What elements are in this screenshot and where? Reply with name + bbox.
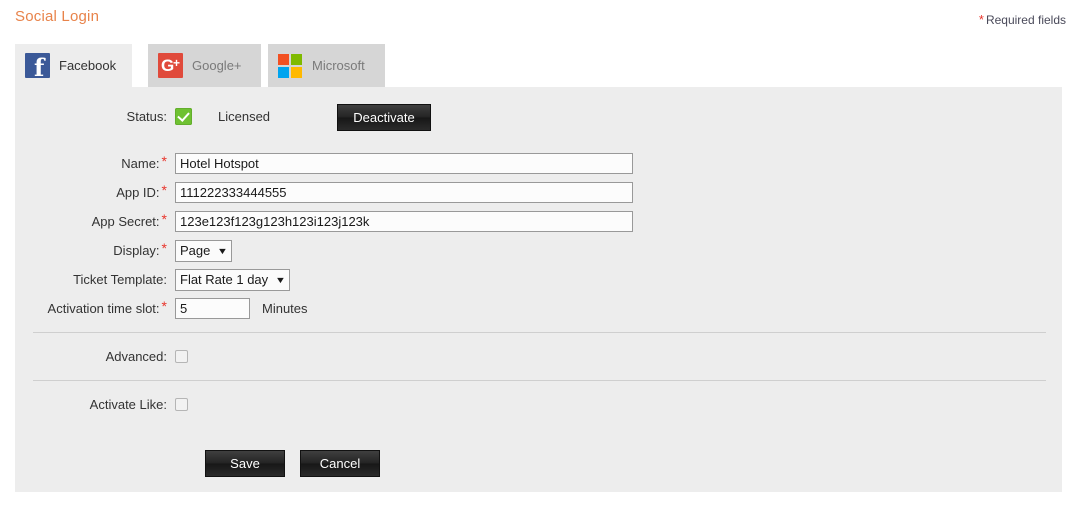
activation-time-slot-row: Activation time slot:* Minutes bbox=[15, 294, 308, 323]
app-secret-row: App Secret: * bbox=[15, 207, 633, 236]
activation-time-slot-unit: Minutes bbox=[262, 301, 308, 316]
cancel-button[interactable]: Cancel bbox=[300, 450, 380, 477]
activation-time-slot-input[interactable] bbox=[175, 298, 250, 319]
activate-like-label: Activate Like: bbox=[89, 397, 167, 412]
microsoft-icon-square-red bbox=[278, 53, 289, 65]
advanced-row: Advanced: bbox=[15, 342, 188, 371]
activate-like-checkbox[interactable] bbox=[175, 398, 188, 411]
ticket-template-row: Ticket Template: Flat Rate 1 day ▼ bbox=[15, 265, 291, 294]
app-secret-label-text: App Secret: bbox=[91, 214, 160, 229]
app-secret-label: App Secret: * bbox=[15, 211, 175, 229]
status-row: Status: Licensed Deactivate bbox=[15, 102, 431, 131]
microsoft-icon-square-blue bbox=[278, 66, 289, 78]
app-id-input[interactable] bbox=[175, 182, 633, 203]
ticket-template-select[interactable]: Flat Rate 1 day ▼ bbox=[175, 268, 291, 291]
social-provider-tabs: f Facebook G + Google+ Microsoft bbox=[15, 44, 1062, 87]
form-actions: Save Cancel bbox=[205, 450, 380, 477]
tab-facebook[interactable]: f Facebook bbox=[15, 44, 132, 87]
name-required-asterisk: * bbox=[161, 153, 167, 169]
chevron-down-icon: ▼ bbox=[217, 245, 229, 256]
microsoft-icon-square-yellow bbox=[291, 66, 302, 78]
microsoft-icon bbox=[278, 53, 303, 78]
tab-google-plus[interactable]: G + Google+ bbox=[148, 44, 261, 87]
divider-below-advanced bbox=[33, 380, 1046, 381]
app-secret-required-asterisk: * bbox=[161, 211, 167, 227]
activation-time-slot-label-text: Activation time slot: bbox=[47, 301, 160, 316]
advanced-checkbox[interactable] bbox=[175, 350, 188, 363]
app-id-label: App ID: * bbox=[15, 182, 175, 200]
name-row: Name: * bbox=[15, 149, 633, 178]
display-select-value: Page bbox=[180, 243, 211, 258]
display-label-text: Display: bbox=[113, 243, 160, 258]
facebook-icon: f bbox=[25, 53, 50, 78]
tab-google-plus-label: Google+ bbox=[192, 58, 242, 73]
display-row: Display: * Page ▼ bbox=[15, 236, 233, 265]
ticket-template-select-value: Flat Rate 1 day bbox=[180, 272, 269, 287]
app-id-required-asterisk: * bbox=[161, 182, 167, 198]
tab-microsoft[interactable]: Microsoft bbox=[268, 44, 385, 87]
status-value: Licensed bbox=[218, 109, 271, 124]
ticket-template-label: Ticket Template: bbox=[73, 272, 167, 287]
activation-time-slot-label: Activation time slot: * bbox=[15, 298, 175, 316]
social-login-form-panel: Status: Licensed Deactivate Name:* App I… bbox=[15, 87, 1062, 492]
app-secret-input[interactable] bbox=[175, 211, 633, 232]
app-id-label-text: App ID: bbox=[116, 185, 160, 200]
status-checkbox[interactable] bbox=[175, 108, 192, 125]
required-fields-label: Required fields bbox=[985, 13, 1066, 27]
page-title: Social Login bbox=[15, 8, 100, 25]
app-id-row: App ID: * bbox=[15, 178, 633, 207]
display-label: Display: * bbox=[15, 240, 175, 258]
name-label-text: Name: bbox=[121, 156, 160, 171]
save-button[interactable]: Save bbox=[205, 450, 285, 477]
chevron-down-icon: ▼ bbox=[275, 274, 287, 285]
activate-like-row: Activate Like: bbox=[15, 390, 188, 419]
divider-above-advanced bbox=[33, 332, 1046, 333]
display-required-asterisk: * bbox=[161, 240, 167, 256]
deactivate-button[interactable]: Deactivate bbox=[337, 104, 431, 131]
tab-microsoft-label: Microsoft bbox=[312, 58, 365, 73]
display-select[interactable]: Page ▼ bbox=[175, 239, 233, 262]
microsoft-icon-square-green bbox=[291, 53, 302, 65]
required-asterisk-icon: * bbox=[978, 12, 984, 27]
required-fields-note: * Required fields bbox=[979, 12, 1066, 27]
advanced-label: Advanced: bbox=[105, 349, 167, 364]
tab-facebook-label: Facebook bbox=[59, 58, 117, 73]
status-label: Status: bbox=[126, 109, 167, 124]
page-header: Social Login * Required fields bbox=[0, 0, 1074, 36]
activation-time-slot-required-asterisk: * bbox=[161, 298, 167, 314]
name-input[interactable] bbox=[175, 153, 633, 174]
name-label: Name: * bbox=[15, 153, 175, 171]
google-plus-icon: G + bbox=[158, 53, 183, 78]
